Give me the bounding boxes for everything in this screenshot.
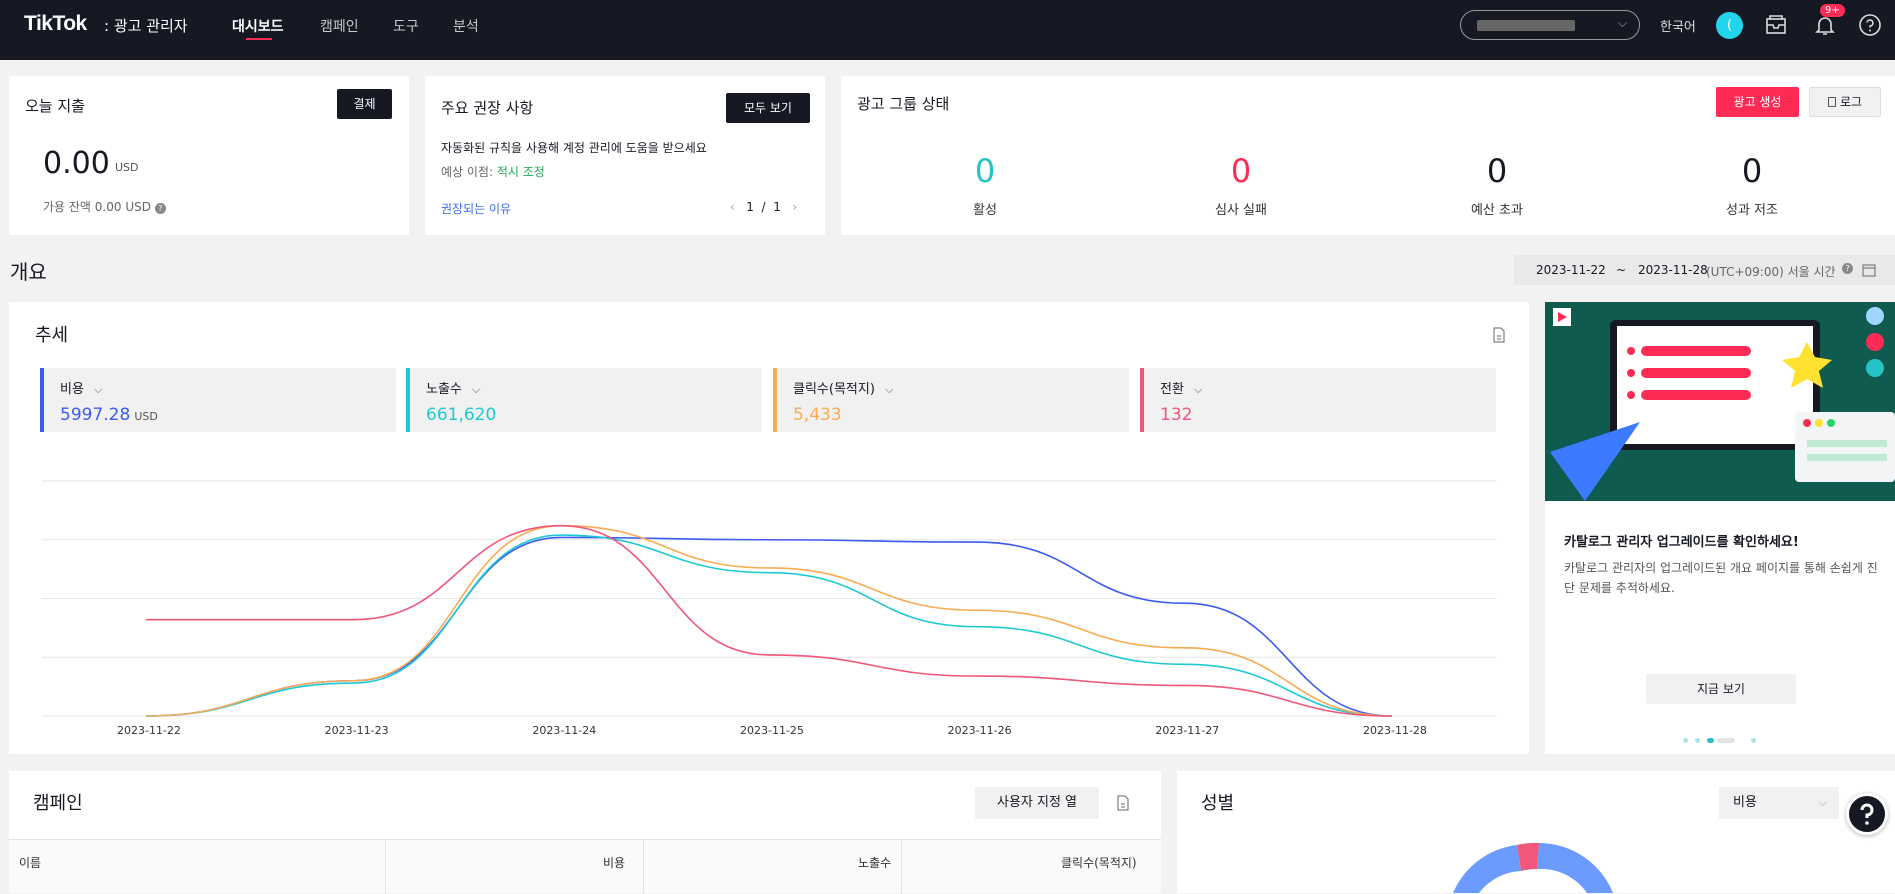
- column-divider: [385, 840, 386, 894]
- inbox-icon[interactable]: [1763, 12, 1789, 38]
- view-now-button[interactable]: 지금 보기: [1646, 674, 1796, 704]
- export-icon[interactable]: [1116, 795, 1130, 811]
- document-icon: [1827, 97, 1836, 107]
- column-divider: [901, 840, 902, 894]
- x-tick-label: 2023-11-22: [117, 724, 181, 737]
- promo-illustration: [1545, 302, 1895, 501]
- custom-columns-button[interactable]: 사용자 지정 열: [975, 787, 1099, 819]
- column-clicks[interactable]: 클릭수(목적지): [1061, 854, 1137, 871]
- chevron-down-icon: ⌵: [1617, 16, 1627, 30]
- stat-underperform-value[interactable]: 0: [1712, 152, 1792, 190]
- promo-title: 카탈로그 관리자 업그레이드를 확인하세요!: [1564, 535, 1799, 550]
- timezone-label: (UTC+09:00) 서울 시간: [1706, 265, 1836, 279]
- column-name[interactable]: 이름: [19, 854, 41, 871]
- x-tick-label: 2023-11-27: [1155, 724, 1220, 737]
- gender-metric-select[interactable]: 비용 ⌵: [1719, 787, 1839, 819]
- gender-donut-chart: [1453, 843, 1613, 893]
- gender-card: 성별 비용 ⌵: [1177, 771, 1895, 893]
- gender-title: 성별: [1201, 793, 1235, 814]
- series-line-0[interactable]: [145, 536, 1393, 717]
- help-icon[interactable]: [1857, 12, 1883, 38]
- date-range-picker[interactable]: 2023-11-22 ~ 2023-11-28 (UTC+09:00) 서울 시…: [1514, 255, 1895, 285]
- help-float-button[interactable]: [1846, 793, 1888, 835]
- x-tick-label: 2023-11-23: [324, 724, 389, 737]
- info-icon[interactable]: ?: [1842, 263, 1853, 274]
- date-start: 2023-11-22: [1536, 263, 1606, 277]
- column-cost[interactable]: 비용: [603, 854, 625, 871]
- promo-card: 카탈로그 관리자 업그레이드를 확인하세요! 카탈로그 관리자의 업그레이드된 …: [1545, 302, 1895, 754]
- stat-underperform-label: 성과 저조: [1726, 203, 1778, 218]
- chevron-down-icon: ⌵: [1818, 796, 1827, 809]
- x-tick-label: 2023-11-28: [1363, 724, 1427, 737]
- create-ad-button[interactable]: 광고 생성: [1716, 87, 1799, 117]
- series-line-1[interactable]: [145, 534, 1393, 717]
- x-tick-label: 2023-11-25: [740, 724, 804, 737]
- x-tick-label: 2023-11-24: [532, 724, 597, 737]
- series-line-2[interactable]: [145, 524, 1393, 717]
- help-icon: [1860, 803, 1874, 825]
- log-button[interactable]: 로그: [1809, 87, 1881, 117]
- trend-line-chart: [42, 480, 1497, 717]
- column-impressions[interactable]: 노출수: [858, 854, 891, 871]
- campaign-title: 캠페인: [33, 793, 83, 814]
- gender-select-value: 비용: [1733, 795, 1757, 810]
- log-button-label: 로그: [1839, 95, 1863, 109]
- column-divider: [643, 840, 644, 894]
- series-line-3[interactable]: [146, 524, 1393, 717]
- language-selector[interactable]: 한국어: [1660, 16, 1696, 35]
- promo-body: 카탈로그 관리자의 업그레이드된 개요 페이지를 통해 손쉽게 진단 문제를 추…: [1564, 561, 1878, 595]
- carousel-dots[interactable]: [1683, 738, 1763, 744]
- notification-badge: 9+: [1820, 4, 1845, 17]
- date-separator: ~: [1616, 263, 1627, 277]
- date-end: 2023-11-28: [1638, 263, 1708, 277]
- campaign-table-header: 이름 비용 노출수 클릭수(목적지): [9, 839, 1161, 894]
- calendar-icon[interactable]: [1862, 263, 1876, 277]
- avatar[interactable]: (: [1716, 12, 1743, 39]
- x-tick-label: 2023-11-26: [947, 724, 1012, 737]
